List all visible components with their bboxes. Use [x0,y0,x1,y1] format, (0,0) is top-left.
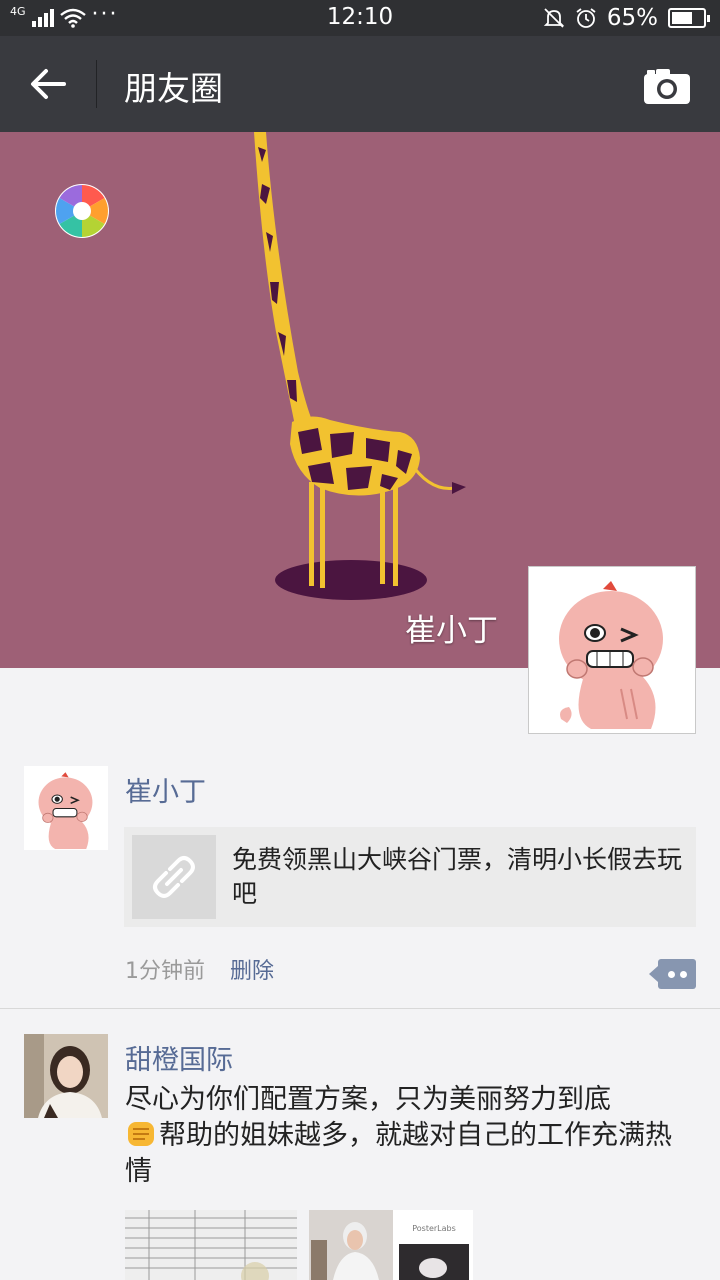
camera-icon[interactable] [642,66,692,106]
photo-caption: PosterLabs [412,1224,456,1233]
album-shutter-icon [55,184,109,238]
avatar-character-illustration [531,569,693,731]
comment-menu-button[interactable] [649,959,696,989]
title-divider [96,60,97,108]
post-divider [0,1008,720,1009]
owner-avatar[interactable] [528,566,696,734]
fist-emoji-icon [128,1122,154,1146]
post-author[interactable]: 崔小丁 [125,770,206,809]
post-photo[interactable]: PosterLabs [309,1210,473,1280]
post-text-segment: 帮助的姐妹越多，就越对自己的工作充满热情 [125,1120,672,1187]
shared-link-card[interactable]: 免费领黑山大峡谷门票，清明小长假去玩吧 [124,827,696,927]
delete-button[interactable]: 删除 [230,953,274,985]
battery-icon [668,8,710,28]
post-time: 1分钟前 [125,959,205,984]
battery-fill [672,12,692,24]
post-text: 尽心为你们配置方案，只为美丽努力到底 帮助的姐妹越多，就越对自己的工作充满热情 [125,1082,695,1190]
post-text-line: 尽心为你们配置方案，只为美丽努力到底 [125,1084,611,1115]
woman-portrait-photo [24,1034,108,1118]
post-avatar[interactable] [24,766,108,850]
bell-muted-icon [543,8,565,28]
lab-workers-photo [309,1210,473,1280]
page-title: 朋友圈 [124,69,223,108]
back-arrow-icon[interactable] [28,60,72,108]
post-author[interactable]: 甜橙国际 [125,1038,233,1077]
document-table-photo [125,1210,297,1280]
title-bar: 朋友圈 [0,36,720,132]
link-icon [153,856,195,898]
avatar-character-illustration [24,766,108,850]
status-right: 65% [543,5,710,31]
battery-percent: 65% [606,5,658,31]
post-text-line: 帮助的姐妹越多，就越对自己的工作充满热情 [125,1118,695,1190]
owner-name: 崔小丁 [405,613,498,649]
shared-link-title: 免费领黑山大峡谷门票，清明小长假去玩吧 [232,845,683,908]
post-photo[interactable] [125,1210,297,1280]
link-thumbnail [132,835,216,919]
alarm-icon [576,8,596,28]
post-avatar[interactable] [24,1034,108,1118]
status-bar: 4G ··· 12:10 65% [0,0,720,36]
